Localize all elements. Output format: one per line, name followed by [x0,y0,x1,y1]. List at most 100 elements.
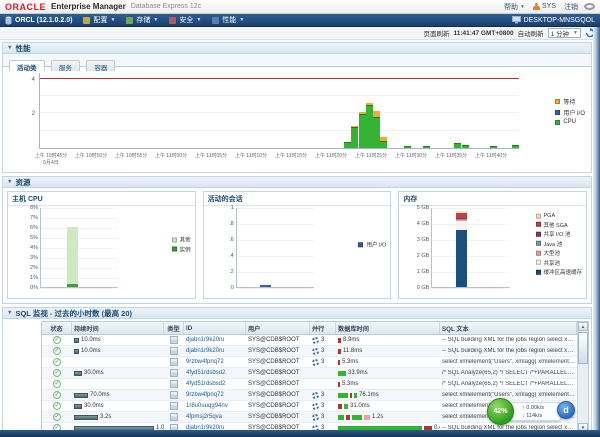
column-header[interactable]: 并行 [310,322,336,334]
menu-performance[interactable]: 性能 ▼ [212,15,244,25]
sql-id-link[interactable]: 1r8u0uuqg94nv [186,403,228,409]
column-header[interactable]: 类型 [164,322,184,334]
resources-row: 主机 CPU 8%7%6%5%4%3%2%1%0% 其他实例 活动的会话 1.8… [3,188,591,303]
performance-header[interactable]: ▼ 性能 [3,43,591,54]
status-complete-icon: ✓ [53,402,61,410]
sql-id-link[interactable]: 4fyd51rdsbsd2 [186,370,225,376]
status-complete-icon: ✓ [53,358,61,366]
gridline [40,130,519,131]
cpu-segment [423,146,430,148]
sql-id-link[interactable]: 9rzbw4fpnq72 [186,392,224,398]
gridline [41,268,118,269]
duration-value: 30.0ms [84,403,104,409]
legend-label: CPU [563,119,576,125]
table-row[interactable]: ✓4fyd51rdsbsd2SYS@CDB$ROOT5.3ms/* SQL An… [42,379,577,390]
y-axis-tick: 5% [30,235,38,241]
menu-configure[interactable]: 配置 ▼ [83,15,115,25]
gridline [237,208,314,209]
page-bottom-border [0,430,600,437]
perf-legend: 等待用户 I/OCPU [555,97,585,127]
table-row[interactable]: ✓10.0msdjabn1r9k20ruSYS@CDB$ROOT311.8ms-… [42,346,577,357]
active-sessions-chart: 活动的会话 1.8.6.4.20 用户 I/O [203,191,392,299]
column-header[interactable]: SQL 文本 [440,322,577,334]
parallel-count: 3 [321,414,324,420]
scrollbar-thumb[interactable] [578,332,588,364]
x-axis-tick: 上午 11时05分 [195,152,227,159]
logout-link[interactable]: 注销 [564,2,578,12]
refresh-bar: 页面刷新 11:41:47 GMT+0800 自动刷新 1 分钟 ▼ [0,27,600,40]
sql-id-link[interactable]: 4fyd51rdsbsd2 [186,381,225,387]
cell-duration [72,379,164,389]
legend-swatch [555,99,560,104]
cpu-segment [359,114,366,148]
x-axis-tick: 上午 11时00分 [155,152,187,159]
memory-title: 内存 [399,192,586,206]
memory-ball-icon[interactable]: 42% [487,398,514,425]
duration-value: 10.0ms [81,348,101,354]
database-home[interactable]: ORCL (12.1.0.2.0) [5,16,72,25]
column-header[interactable]: 持续时间 [72,322,164,334]
user-value: SYS@CDB$ROOT [248,392,299,398]
user-menu[interactable]: SYS [533,3,556,11]
menu-security[interactable]: 安全 ▼ [169,15,201,25]
column-header[interactable]: 用户 [246,322,310,334]
cell-db-time: 1.2s [336,412,440,422]
network-speed-widget[interactable]: ↑ 0.00k/s ↓ 114k/s 42% d [487,398,579,428]
main-navbar: ORCL (12.1.0.2.0) 配置 ▼ 存储 ▼ 安全 ▼ 性能 ▼ DE… [0,14,600,27]
menu-storage[interactable]: 存储 ▼ [126,15,158,25]
gridline [237,256,314,257]
gridline [432,208,509,209]
sql-monitor-header[interactable]: ▼ SQL 监视 - 过去的小时数 (最高 20) [3,308,591,319]
menu-label: 配置 [93,15,107,25]
perf-bar [454,143,461,148]
status-complete-icon: ✓ [53,391,61,399]
speed-panel: ↑ 0.00k/s ↓ 114k/s [509,402,561,421]
y-axis-tick: 2% [30,265,38,271]
db-time-value: 5.3ms [342,381,358,387]
sql-id-link[interactable]: djabn1r9k20ru [186,337,224,343]
db-time-bar-segment [344,404,348,409]
blue-app-icon[interactable]: d [557,401,575,419]
scroll-up-arrow[interactable]: ▲ [578,322,588,331]
user-value: SYS@CDB$ROOT [248,337,299,343]
legend-label: 其他 SGA [544,220,568,228]
y-axis-tick: 1 [231,205,234,211]
legend-swatch [172,237,177,242]
sql-text-value: -- SQL building XML for the jobs region … [442,348,575,354]
y-axis-tick: 0 [231,285,234,291]
db-time-value: 76.1ms [359,392,379,398]
column-header[interactable]: ID [184,322,246,334]
column-header[interactable]: 状态 [42,322,72,334]
y-axis-tick: 7% [30,215,38,221]
parallel-gear-icon [312,348,319,355]
collapse-icon: ▼ [7,179,12,185]
cell-type [164,412,184,422]
cell-id: 4fyd51rdsbsd2 [184,368,246,378]
db-time-value: 1.2s [372,414,383,420]
cell-parallel [310,368,336,378]
edition-label: Database Express 12c [131,3,201,10]
legend-swatch [536,222,541,227]
wrench-icon [83,17,90,24]
sql-id-link[interactable]: djabn1r9k20ru [186,348,224,354]
help-menu[interactable]: 帮助 ▼ [504,2,525,12]
host-cpu-legend: 其他实例 [172,236,191,255]
table-row[interactable]: ✓9rzbw4fpnq72SYS@CDB$ROOT35.3msselect xm… [42,357,577,368]
sql-type-icon [170,347,178,355]
column-header[interactable]: 数据库时间 [336,322,440,334]
host-indicator: DESKTOP-MNSGQOL [512,16,595,24]
sql-id-link[interactable]: 4fpmsj2r5qva [186,414,222,420]
resources-header[interactable]: ▼ 资源 [3,177,591,188]
db-time-value: 8.9ms [343,337,359,343]
table-row[interactable]: ✓10.0msdjabn1r9k20ruSYS@CDB$ROOT38.9ms--… [42,335,577,346]
sql-id-link[interactable]: 9rzbw4fpnq72 [186,359,224,365]
page-content: ▼ 性能 活动类 服务 容器 上午 10时45分上午 10时50分上午 10时5… [0,40,600,432]
y-axis-tick: 3% [30,255,38,261]
parallel-gear-icon [312,403,319,410]
cell-sql-text: select xmlelement("Users", xmlagg( xmlel… [440,357,577,367]
table-row[interactable]: ✓30.0ms4fyd51rdsbsd2SYS@CDB$ROOT33.9ms/*… [42,368,577,379]
host-cpu-plot: 8%7%6%5%4%3%2%1%0% [40,208,118,288]
auto-refresh-select[interactable]: 1 分钟 ▼ [548,28,581,38]
parallel-count: 3 [321,337,324,343]
page-refreshed-time: 11:41:47 GMT+0800 [453,30,513,37]
